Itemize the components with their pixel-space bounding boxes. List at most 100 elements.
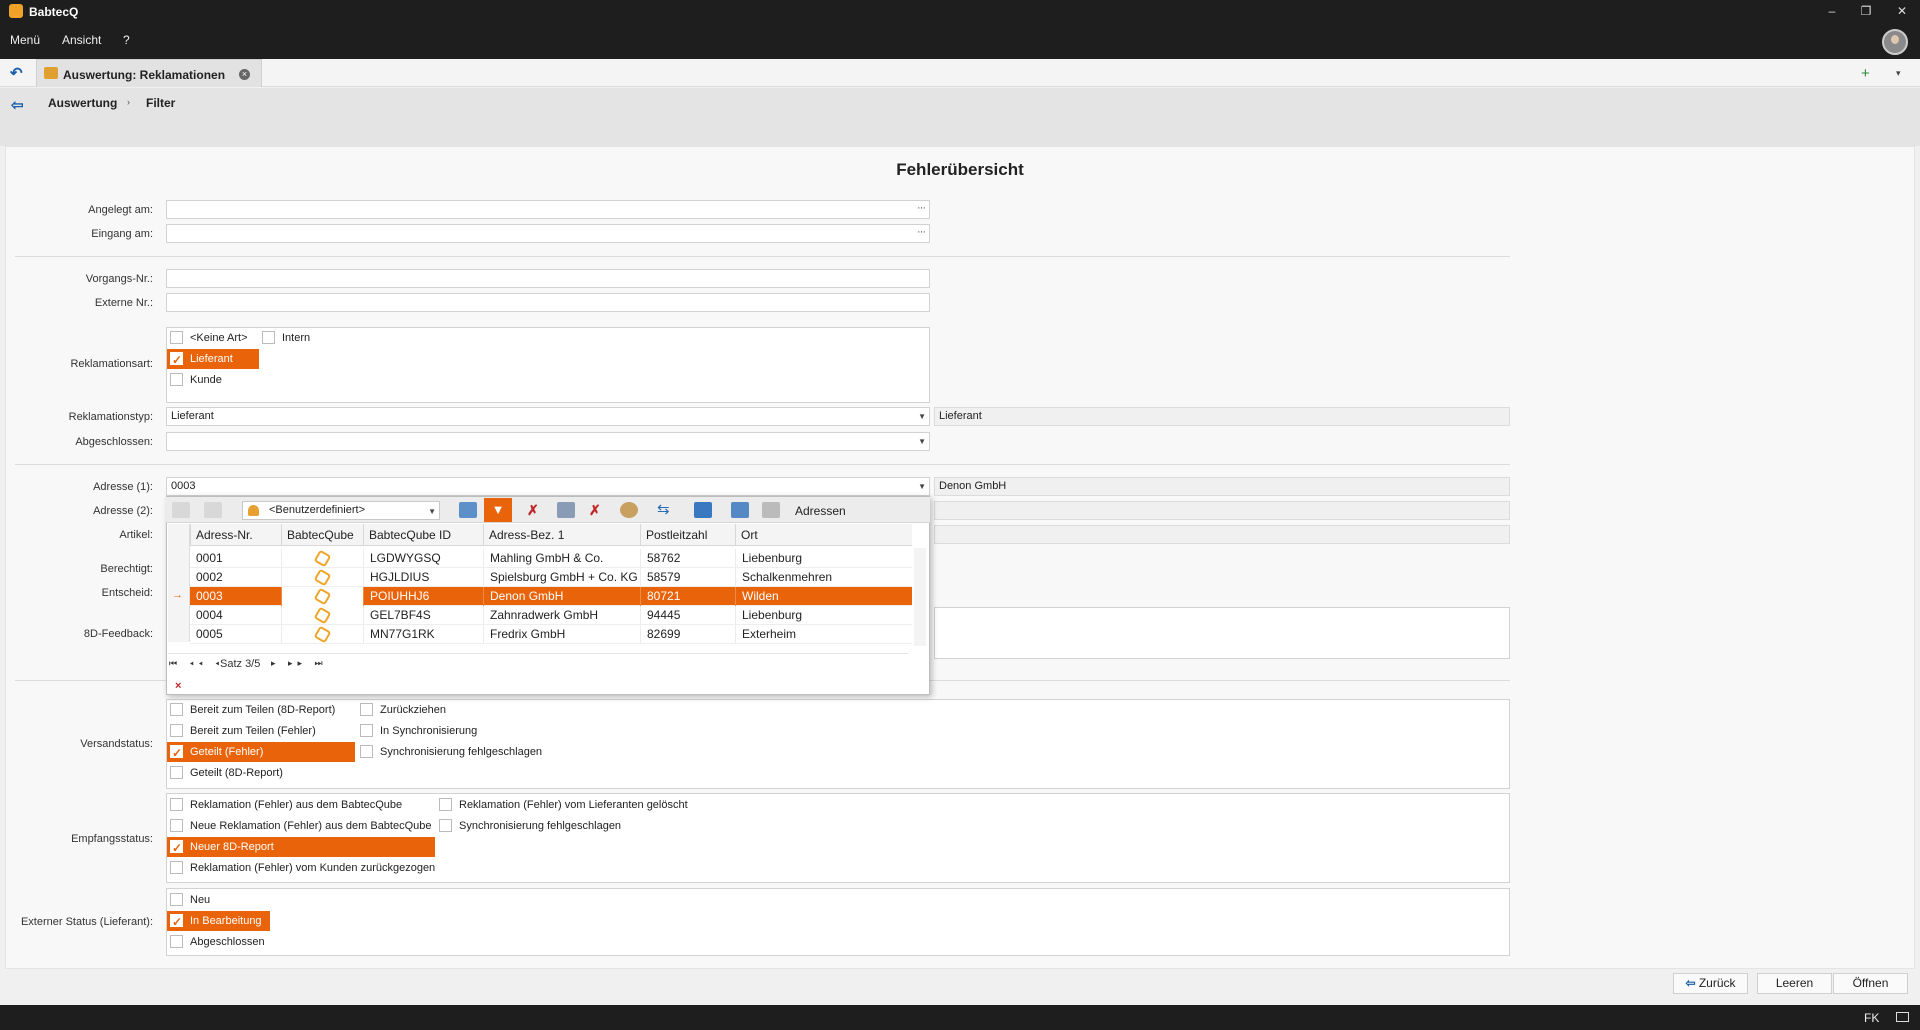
col-babtecqube[interactable]: BabtecQube (281, 524, 363, 546)
ext-abgeschlossen-checkbox[interactable]: Abgeschlossen (167, 932, 267, 952)
empfang-neuer-8d-checkbox[interactable]: Neuer 8D-Report (167, 837, 435, 858)
home-icon[interactable]: ↶ (10, 64, 28, 82)
menu-menu[interactable]: Menü (10, 33, 40, 47)
versand-bereit-8d-checkbox[interactable]: Bereit zum Teilen (8D-Report) (167, 700, 355, 720)
add-tab-icon[interactable]: + (1861, 65, 1870, 82)
pager-nav-first-icon[interactable]: ⏮ ◂◂ ◂ (169, 658, 224, 669)
pager-nav-next-icon[interactable]: ▸ ▸▸ ⏭ (271, 658, 328, 669)
zurueck-button[interactable]: ⇦ Zurück (1673, 973, 1748, 994)
col-adress-bez[interactable]: Adress-Bez. 1 (483, 524, 640, 546)
current-row-arrow-icon: → (172, 589, 183, 601)
app-title: BabtecQ (29, 5, 79, 19)
adresse1-label: Adresse (1): (93, 481, 153, 493)
col-adress-nr[interactable]: Adress-Nr. (190, 524, 281, 546)
dropdown-arrow-icon[interactable]: ▼ (918, 408, 926, 425)
dropdown-arrow-icon[interactable]: ▼ (428, 503, 436, 520)
date-picker-icon[interactable]: ··· (917, 200, 926, 217)
edit-icon[interactable] (204, 502, 222, 518)
versand-geteilt-8d-checkbox[interactable]: Geteilt (8D-Report) (167, 763, 355, 783)
adresse1-display: Denon GmbH (934, 477, 1510, 496)
eingang-label: Eingang am: (91, 228, 153, 240)
angelegt-input[interactable]: ··· (166, 200, 930, 219)
layout-select[interactable]: <Benutzerdefiniert> ▼ (242, 501, 440, 520)
versand-geteilt-fehler-checkbox[interactable]: Geteilt (Fehler) (167, 742, 355, 763)
extern-input[interactable] (166, 293, 930, 312)
empfang-sync-failed-checkbox[interactable]: Synchronisierung fehlgeschlagen (436, 816, 706, 836)
popup-title: Adressen (795, 504, 846, 518)
clear-filter-x-icon[interactable]: × (175, 680, 181, 692)
art-intern-checkbox[interactable]: Intern (259, 328, 329, 348)
artikel-display (934, 525, 1510, 544)
avatar[interactable] (1882, 29, 1908, 55)
remove-icon[interactable]: ✗ (589, 502, 601, 519)
ext-neu-checkbox[interactable]: Neu (167, 890, 267, 910)
breadcrumb-auswertung[interactable]: Auswertung (48, 96, 117, 110)
vorgang-input[interactable] (166, 269, 930, 288)
extern-label: Externe Nr.: (94, 297, 153, 309)
adresse2-display (934, 501, 1510, 520)
breadcrumb-filter: Filter (146, 96, 176, 110)
table-row[interactable]: 0004 GEL7BF4S Zahnradwerk GmbH 94445 Lie… (190, 606, 912, 625)
table-row[interactable]: 0005 MN77G1RK Fredrix GmbH 82699 Exterhe… (190, 625, 912, 644)
reklamationsart-label: Reklamationsart: (70, 358, 153, 370)
versand-sync-checkbox[interactable]: In Synchronisierung (357, 721, 547, 741)
eingang-input[interactable]: ··· (166, 224, 930, 243)
empfang-neue-reklamation-checkbox[interactable]: Neue Reklamation (Fehler) aus dem Babtec… (167, 816, 435, 836)
col-postleitzahl[interactable]: Postleitzahl (640, 524, 735, 546)
page-title: Fehlerübersicht (896, 160, 1024, 179)
close-window-icon[interactable]: ✕ (1888, 2, 1916, 20)
reklamationstyp-select[interactable]: Lieferant ▼ (166, 407, 930, 426)
ext-in-bearbeitung-checkbox[interactable]: In Bearbeitung (167, 911, 270, 932)
mail-icon[interactable] (1896, 1012, 1909, 1022)
empfang-geloescht-checkbox[interactable]: Reklamation (Fehler) vom Lieferanten gel… (436, 795, 706, 815)
empfang-reklamation-qube-checkbox[interactable]: Reklamation (Fehler) aus dem BabtecQube (167, 795, 435, 815)
art-lieferant-checkbox[interactable]: Lieferant (167, 349, 259, 370)
window-icon[interactable] (459, 502, 477, 518)
menu-help[interactable]: ? (123, 33, 130, 47)
tab-bar (0, 59, 1920, 87)
versand-zurueckziehen-checkbox[interactable]: Zurückziehen (357, 700, 547, 720)
col-babtecqube-id[interactable]: BabtecQube ID (363, 524, 483, 546)
print-icon[interactable] (762, 502, 780, 518)
versand-bereit-fehler-checkbox[interactable]: Bereit zum Teilen (Fehler) (167, 721, 355, 741)
berechtigt-label: Berechtigt: (100, 563, 153, 575)
back-arrow-icon[interactable]: ⇦ (11, 96, 24, 114)
leeren-button[interactable]: Leeren (1757, 973, 1832, 994)
list-icon[interactable] (694, 502, 712, 518)
art-keine-checkbox[interactable]: <Keine Art> (167, 328, 257, 348)
table-row-selected[interactable]: 0003 POIUHHJ6 Denon GmbH 80721 Wilden (190, 587, 912, 606)
feedback-panel (934, 607, 1510, 659)
oeffnen-button[interactable]: Öffnen (1833, 973, 1908, 994)
adresse2-label: Adresse (2): (93, 505, 153, 517)
col-ort[interactable]: Ort (735, 524, 912, 546)
refresh-icon[interactable]: ⇆ (657, 500, 670, 518)
art-kunde-checkbox[interactable]: Kunde (167, 370, 257, 390)
filter-icon[interactable]: ▼ (484, 498, 512, 522)
user-search-icon[interactable] (620, 502, 638, 518)
tab-menu-icon[interactable]: ▾ (1896, 68, 1901, 79)
date-picker-icon[interactable]: ··· (917, 224, 926, 241)
record-counter: Satz 3/5 (220, 658, 261, 670)
report-icon (44, 67, 58, 79)
table-row[interactable]: 0002 HGJLDIUS Spielsburg GmbH + Co. KG 5… (190, 568, 912, 587)
minimize-icon[interactable]: – (1818, 2, 1846, 20)
close-tab-icon[interactable]: × (239, 69, 250, 80)
reklamationstyp-display: Lieferant (934, 407, 1510, 426)
vertical-scrollbar[interactable] (914, 548, 926, 646)
babtecqube-icon (313, 568, 332, 587)
dropdown-arrow-icon[interactable]: ▼ (918, 478, 926, 495)
versand-sync-failed-checkbox[interactable]: Synchronisierung fehlgeschlagen (357, 742, 547, 762)
calendar-icon[interactable] (731, 502, 749, 518)
new-icon[interactable] (172, 502, 190, 518)
empfang-zurueckgezogen-checkbox[interactable]: Reklamation (Fehler) vom Kunden zurückge… (167, 858, 435, 878)
adresse1-lookup[interactable]: 0003 ▼ (166, 477, 930, 496)
dropdown-arrow-icon[interactable]: ▼ (918, 433, 926, 450)
extstatus-label: Externer Status (Lieferant): (20, 916, 153, 928)
clear-filter-icon[interactable]: ✗ (527, 502, 539, 519)
back-arrow-icon: ⇦ (1685, 976, 1699, 990)
restore-icon[interactable]: ❐ (1852, 2, 1880, 20)
menu-ansicht[interactable]: Ansicht (62, 33, 101, 47)
abgeschlossen-select[interactable]: ▼ (166, 432, 930, 451)
table-row[interactable]: 0001 LGDWYGSQ Mahling GmbH & Co. 58762 L… (190, 549, 912, 568)
filter-settings-icon[interactable] (557, 502, 575, 518)
